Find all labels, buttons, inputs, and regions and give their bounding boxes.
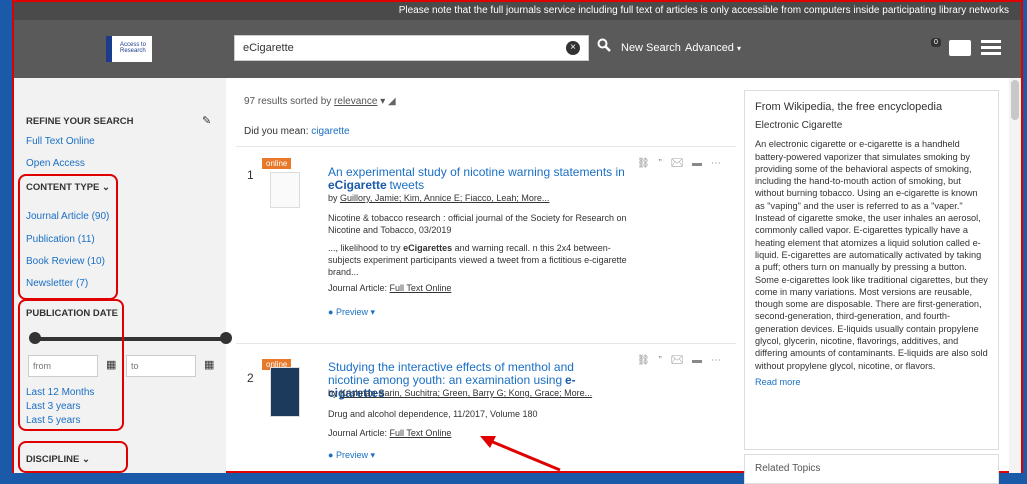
caret-down-icon: ▾ <box>380 96 386 107</box>
annotation-box-publication-date <box>18 299 124 431</box>
hamburger-menu-icon[interactable] <box>981 40 1001 56</box>
advanced-search-menu[interactable]: Advanced ▾ <box>685 42 741 54</box>
document-thumbnail-icon[interactable] <box>270 172 300 208</box>
results-summary: 97 results sorted by relevance ▾ ◢ <box>244 96 396 107</box>
type-label: Journal Article: <box>328 283 388 293</box>
caret-down-icon: ▾ <box>370 307 376 317</box>
search-input[interactable]: eCigarette <box>234 35 589 61</box>
journal-cover-thumbnail[interactable] <box>270 367 300 417</box>
result-number: 1 <box>247 168 254 182</box>
result-action-icons[interactable]: ⛓ ” ✉ ▬ ⋯ <box>637 355 724 366</box>
advanced-label: Advanced <box>685 42 734 54</box>
annotation-box-content-type <box>18 174 118 300</box>
divider <box>236 343 736 344</box>
header-bar: Access to Research eCigarette × New Searc… <box>14 20 1021 78</box>
result-action-icons[interactable]: ⛓ ” ✉ ▬ ⋯ <box>637 158 724 169</box>
folder-count-badge: 0 <box>931 38 941 47</box>
title-text: Studying the interactive effects of ment… <box>328 360 574 387</box>
rss-icon[interactable]: ◢ <box>388 96 396 107</box>
full-text-link[interactable]: Full Text Online <box>390 283 452 293</box>
scrollbar[interactable] <box>1009 78 1021 473</box>
result-item: 1 online An experimental study of nicoti… <box>226 158 736 333</box>
wikipedia-panel: From Wikipedia, the free encyclopedia El… <box>744 90 999 450</box>
title-highlight: eCigarette <box>328 178 387 192</box>
search-icon[interactable] <box>591 35 617 61</box>
snippet-text: ..., likelihood to try <box>328 243 401 253</box>
date-to-input[interactable] <box>126 355 196 377</box>
annotation-box-discipline <box>18 441 128 473</box>
result-number: 2 <box>247 371 254 385</box>
logo-line2: Research <box>120 48 146 54</box>
wiki-source: From Wikipedia, the free encyclopedia <box>755 101 943 113</box>
eye-icon: ● <box>328 307 334 317</box>
result-type: Journal Article: Full Text Online <box>328 282 628 294</box>
type-label: Journal Article: <box>328 428 388 438</box>
access-notice: Please note that the full journals servi… <box>14 2 1021 20</box>
folder-icon[interactable] <box>949 40 971 56</box>
title-text: An experimental study of nicotine warnin… <box>328 165 625 179</box>
result-source: Drug and alcohol dependence, 11/2017, Vo… <box>328 409 538 419</box>
clear-icon[interactable]: × <box>566 41 580 55</box>
wiki-title: Electronic Cigarette <box>755 120 843 131</box>
preview-toggle[interactable]: ● Preview ▾ <box>328 449 375 461</box>
online-tag: online <box>262 158 292 169</box>
authors-link[interactable]: Krishnan-Sarin, Suchitra; Green, Barry G… <box>340 388 592 398</box>
result-title[interactable]: An experimental study of nicotine warnin… <box>328 166 628 192</box>
snippet-highlight: eCigarettes <box>403 243 453 253</box>
site-logo[interactable]: Access to Research <box>106 36 152 62</box>
result-snippet: ..., likelihood to try eCigarettes and w… <box>328 242 628 278</box>
result-type: Journal Article: Full Text Online <box>328 427 628 439</box>
result-item: 2 online Studying the interactive effect… <box>226 353 736 473</box>
scrollbar-thumb[interactable] <box>1011 80 1019 120</box>
results-count: 97 results sorted by <box>244 96 332 107</box>
result-authors: by Guillory, Jamie; Kim, Annice E; Fiacc… <box>328 193 550 203</box>
full-text-link[interactable]: Full Text Online <box>390 428 452 438</box>
title-text: tweets <box>389 178 425 192</box>
full-text-online-filter[interactable]: Full Text Online <box>26 136 95 147</box>
calendar-icon[interactable]: ▦ <box>204 358 214 371</box>
result-source: Nicotine & tobacco research : official j… <box>328 213 627 235</box>
app-frame: Please note that the full journals servi… <box>12 0 1023 484</box>
did-you-mean-label: Did you mean: <box>244 126 309 137</box>
refine-sidebar: REFINE YOUR SEARCH ✎ Full Text Online Op… <box>14 78 232 473</box>
preview-label: Preview <box>335 307 368 317</box>
wiki-body: An electronic cigarette or e-cigarette i… <box>755 139 988 371</box>
new-search-link[interactable]: New Search <box>621 42 681 54</box>
read-more-link[interactable]: Read more <box>755 376 988 388</box>
result-authors: by Krishnan-Sarin, Suchitra; Green, Barr… <box>328 388 593 398</box>
did-you-mean: Did you mean: cigarette <box>244 126 350 137</box>
eye-icon: ● <box>328 450 334 460</box>
open-access-filter[interactable]: Open Access <box>26 158 85 169</box>
authors-link[interactable]: Guillory, Jamie; Kim, Annice E; Fiacco, … <box>340 193 549 203</box>
preview-toggle[interactable]: ● Preview ▾ <box>328 306 375 318</box>
preview-label: Preview <box>335 450 368 460</box>
divider <box>236 146 736 147</box>
refine-title: REFINE YOUR SEARCH <box>26 116 134 127</box>
did-you-mean-link[interactable]: cigarette <box>311 126 349 137</box>
pencil-icon[interactable]: ✎ <box>202 114 211 127</box>
caret-down-icon: ▾ <box>737 44 742 53</box>
sort-selector[interactable]: relevance <box>334 96 377 107</box>
caret-down-icon: ▾ <box>370 450 376 460</box>
related-topics-panel: Related Topics <box>744 454 999 484</box>
results-list: 97 results sorted by relevance ▾ ◢ Did y… <box>226 78 746 473</box>
